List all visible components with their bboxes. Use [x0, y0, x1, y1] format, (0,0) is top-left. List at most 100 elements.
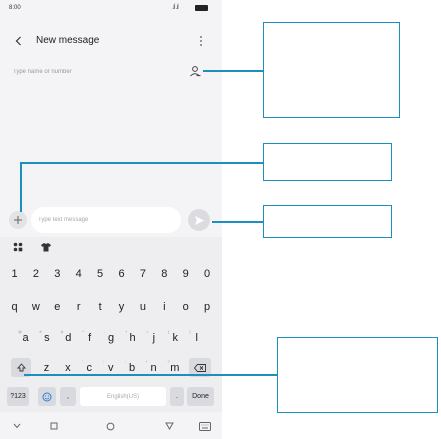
key-hint: @: [18, 329, 23, 334]
key-h[interactable]: h +: [123, 328, 142, 347]
message-box: [31, 207, 181, 233]
key-5[interactable]: 5: [91, 264, 110, 283]
nav-home-icon[interactable]: [103, 419, 117, 433]
symbols-key[interactable]: ?123: [7, 387, 29, 406]
key-hint: ?: [167, 359, 170, 364]
key-8[interactable]: 8: [155, 264, 174, 283]
key-label: Done: [192, 393, 209, 400]
key-label: 1: [11, 267, 18, 280]
key-0[interactable]: 0: [198, 264, 217, 283]
back-arrow-icon[interactable]: [11, 33, 27, 49]
key-g[interactable]: g-: [102, 328, 121, 347]
key-e[interactable]: e: [48, 297, 67, 316]
key-label: 4: [75, 267, 82, 280]
signal-icon: .ıl .ıl: [172, 4, 179, 11]
shirt-icon[interactable]: [38, 240, 54, 254]
key-7[interactable]: 7: [133, 264, 152, 283]
key-label: h: [129, 331, 136, 344]
key-label: 3: [54, 267, 61, 280]
key-hint: (: [167, 329, 170, 334]
status-time: 8:00: [9, 5, 21, 11]
recipient-row: [0, 60, 222, 84]
nav-bar: [0, 413, 222, 439]
key-hint: -: [103, 329, 105, 334]
key-hint: #: [39, 329, 42, 334]
send-icon[interactable]: [188, 209, 210, 231]
key-i[interactable]: i: [155, 297, 174, 316]
key-label: p: [204, 300, 211, 313]
key-q[interactable]: q: [5, 297, 24, 316]
recipient-input[interactable]: [13, 65, 173, 79]
callout-line-keyboard: [24, 374, 277, 376]
key-u[interactable]: u: [133, 297, 152, 316]
key-y[interactable]: y: [112, 297, 131, 316]
key-p[interactable]: p: [198, 297, 217, 316]
key-label: 2: [32, 267, 39, 280]
key-4[interactable]: 4: [69, 264, 88, 283]
key-label: 6: [118, 267, 125, 280]
nav-back-icon[interactable]: [162, 419, 176, 433]
key-label: English(US): [106, 393, 139, 400]
key-label: u: [139, 300, 146, 313]
key-d[interactable]: d &: [59, 328, 78, 347]
key-label: y: [118, 300, 125, 313]
key-s[interactable]: s #: [37, 328, 56, 347]
contact-icon[interactable]: [188, 64, 202, 78]
key-hint: *: [82, 329, 84, 334]
composer: [0, 204, 222, 236]
key-t[interactable]: t: [91, 297, 110, 316]
key-f[interactable]: f *: [80, 328, 99, 347]
key-label: i: [163, 300, 166, 313]
callout-line-attach-horizontal: [20, 162, 263, 164]
key-label: ,: [67, 393, 69, 400]
callout-box-send: [263, 205, 392, 238]
key-1[interactable]: 1: [5, 264, 24, 283]
key-hint: ): [189, 329, 191, 334]
key-hint: &: [60, 329, 64, 334]
key-hint: !: [146, 359, 148, 364]
key-o[interactable]: o: [176, 297, 195, 316]
key-label: l: [195, 331, 198, 344]
key-label: .: [176, 393, 178, 400]
period-key[interactable]: .: [170, 387, 184, 406]
apps-icon[interactable]: [10, 240, 26, 254]
key-3[interactable]: 3: [48, 264, 67, 283]
done-key[interactable]: Done: [187, 387, 214, 406]
plus-icon[interactable]: [9, 211, 27, 229]
key-l[interactable]: l): [187, 328, 206, 347]
more-icon[interactable]: [196, 33, 206, 49]
key-hint: ': [81, 359, 83, 364]
key-label: 0: [204, 267, 211, 280]
page-title: New message: [36, 35, 100, 46]
chevron-down-icon[interactable]: [10, 419, 24, 433]
key-label: v: [107, 361, 114, 374]
key-label: 5: [97, 267, 104, 280]
key-6[interactable]: 6: [112, 264, 131, 283]
key-j[interactable]: j =: [144, 328, 163, 347]
comma-key[interactable]: ,: [60, 387, 76, 406]
callout-line-recipient: [203, 70, 263, 72]
key-hint: ;: [124, 359, 126, 364]
nav-recents-icon[interactable]: [47, 419, 61, 433]
key-label: w: [31, 300, 40, 313]
key-w[interactable]: w: [26, 297, 45, 316]
key-r[interactable]: r: [69, 297, 88, 316]
keyboard: 1 2 3 4 5 6 7 8 9 0 q w e r t y u i o p a @ s # d & f * g - h + j = k(l) z x…: [0, 237, 222, 412]
key-k[interactable]: k(: [166, 328, 185, 347]
key-hint: :: [103, 359, 105, 364]
key-9[interactable]: 9: [176, 264, 195, 283]
callout-box-keyboard: [277, 337, 438, 413]
key-hint: +: [125, 329, 128, 334]
key-2[interactable]: 2: [26, 264, 45, 283]
key-label: c: [86, 361, 93, 374]
key-label: j: [152, 331, 156, 344]
key-label: 7: [139, 267, 146, 280]
key-a[interactable]: a @: [16, 328, 35, 347]
space-key[interactable]: English(US): [80, 387, 166, 406]
emoji-key[interactable]: [38, 387, 56, 406]
key-label: f: [88, 331, 92, 344]
message-input[interactable]: [38, 213, 174, 227]
key-label: t: [98, 300, 102, 313]
status-bar: 8:00 .ıl .ıl: [0, 0, 222, 18]
keyboard-icon[interactable]: [198, 419, 212, 433]
